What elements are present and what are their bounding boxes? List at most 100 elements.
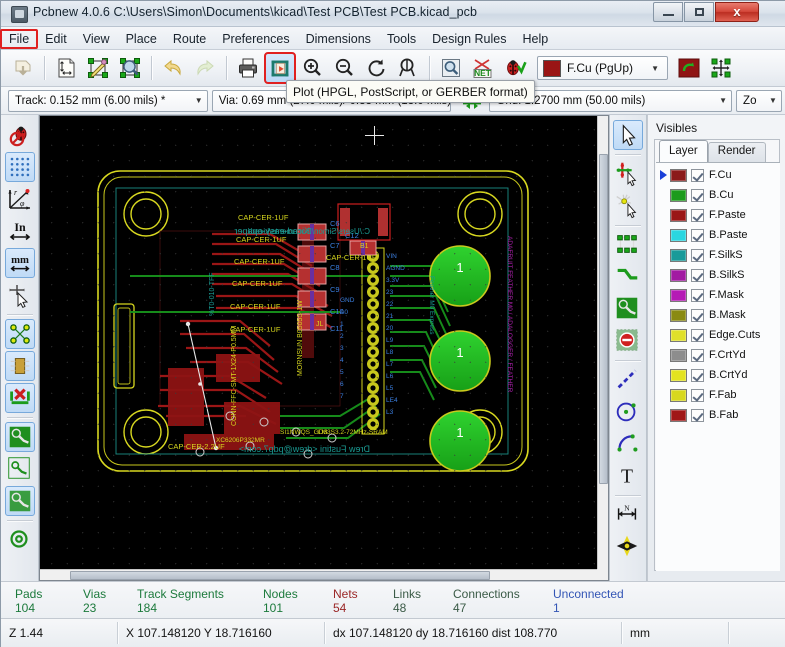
add-dimension-icon[interactable]: N — [613, 500, 643, 530]
layer-row[interactable]: B.Mask — [656, 305, 780, 325]
scrollbar-thumb[interactable] — [599, 154, 608, 484]
grid-display-icon[interactable] — [4, 152, 35, 182]
show-zone-disable-icon[interactable] — [4, 486, 35, 516]
menu-item-tools[interactable]: Tools — [379, 30, 424, 48]
add-zone-icon[interactable] — [613, 294, 643, 324]
menu-item-place[interactable]: Place — [118, 30, 165, 48]
select-cursor-icon[interactable] — [613, 120, 643, 150]
menu-item-edit[interactable]: Edit — [37, 30, 75, 48]
chevron-down-icon[interactable]: ▼ — [191, 96, 207, 105]
layer-row[interactable]: F.Cu — [656, 165, 780, 185]
units-inches-icon[interactable]: In — [5, 216, 35, 246]
layer-color-swatch[interactable] — [670, 228, 687, 242]
maximize-button[interactable] — [684, 2, 714, 22]
chevron-down-icon[interactable]: ▼ — [715, 96, 731, 105]
layer-visibility-checkbox[interactable] — [691, 368, 704, 382]
layer-color-swatch[interactable] — [670, 208, 687, 222]
menu-item-route[interactable]: Route — [165, 30, 214, 48]
hide-pads-icon[interactable] — [5, 525, 35, 555]
drc-off-icon[interactable] — [5, 120, 35, 150]
layer-row[interactable]: B.Cu — [656, 185, 780, 205]
add-track-icon[interactable] — [613, 262, 643, 292]
menu-item-view[interactable]: View — [75, 30, 118, 48]
layer-color-swatch[interactable] — [670, 388, 687, 402]
cursor-shape-icon[interactable] — [5, 280, 35, 310]
chevron-down-icon[interactable]: ▼ — [765, 96, 781, 105]
layer-list[interactable]: F.Cu B.Cu F.Paste B.Paste F.SilkS B.SilkS F.Ma… — [656, 162, 780, 571]
units-mm-icon[interactable]: mm — [4, 248, 35, 278]
layer-color-swatch[interactable] — [670, 188, 687, 202]
layer-visibility-checkbox[interactable] — [691, 288, 704, 302]
canvas-horizontal-scrollbar[interactable] — [40, 569, 598, 580]
layer-row[interactable]: F.SilkS — [656, 245, 780, 265]
show-zone-outline-icon[interactable] — [5, 454, 35, 484]
add-line-icon[interactable] — [613, 365, 643, 395]
layer-visibility-checkbox[interactable] — [691, 348, 704, 362]
tab-render[interactable]: Render — [707, 142, 766, 162]
add-keepout-area-icon[interactable] — [613, 326, 643, 356]
layer-visibility-checkbox[interactable] — [691, 408, 704, 422]
new-board-icon[interactable] — [8, 53, 38, 83]
layer-visibility-checkbox[interactable] — [691, 388, 704, 402]
close-button[interactable]: x — [715, 2, 759, 22]
polar-coords-icon[interactable]: r φ — [5, 184, 35, 214]
add-arc-icon[interactable] — [613, 429, 643, 459]
layer-visibility-checkbox[interactable] — [691, 228, 704, 242]
menu-item-file[interactable]: File — [0, 28, 39, 49]
menu-item-design-rules[interactable]: Design Rules — [424, 30, 514, 48]
undo-icon[interactable] — [158, 53, 188, 83]
track-width-selector[interactable]: Track: 0.152 mm (6.00 mils) * ▼ — [8, 89, 208, 112]
add-circle-icon[interactable] — [613, 397, 643, 427]
mode-module-icon[interactable] — [674, 53, 704, 83]
zoom-in-icon[interactable] — [297, 53, 327, 83]
zoom-fit-icon[interactable] — [393, 53, 423, 83]
layer-visibility-checkbox[interactable] — [691, 308, 704, 322]
layer-row[interactable]: F.Mask — [656, 285, 780, 305]
show-zone-filled-icon[interactable] — [4, 422, 35, 452]
open-module-editor-icon[interactable] — [83, 53, 113, 83]
layer-color-swatch[interactable] — [670, 348, 687, 362]
find-icon[interactable] — [436, 53, 466, 83]
local-ratsnest-icon[interactable] — [613, 191, 643, 221]
layer-color-swatch[interactable] — [670, 308, 687, 322]
open-module-viewer-icon[interactable] — [115, 53, 145, 83]
canvas-vertical-scrollbar[interactable] — [597, 116, 608, 570]
page-settings-icon[interactable] — [51, 53, 81, 83]
show-module-ratsnest-icon[interactable] — [4, 351, 35, 381]
layer-visibility-checkbox[interactable] — [691, 168, 704, 182]
menu-item-help[interactable]: Help — [514, 30, 556, 48]
drc-icon[interactable] — [500, 53, 530, 83]
layer-visibility-checkbox[interactable] — [691, 188, 704, 202]
netlist-icon[interactable]: NET — [468, 53, 498, 83]
layer-row[interactable]: B.SilkS — [656, 265, 780, 285]
layer-visibility-checkbox[interactable] — [691, 208, 704, 222]
layer-color-swatch[interactable] — [670, 248, 687, 262]
layer-color-swatch[interactable] — [670, 328, 687, 342]
layer-color-swatch[interactable] — [670, 268, 687, 282]
highlight-net-icon[interactable] — [613, 159, 643, 189]
pcb-drawing[interactable]: 1 1 1 — [40, 116, 598, 570]
auto-delete-track-icon[interactable] — [4, 383, 35, 413]
autoroute-icon[interactable] — [706, 53, 736, 83]
plot-icon[interactable] — [264, 52, 296, 84]
print-icon[interactable] — [233, 53, 263, 83]
redo-icon[interactable] — [190, 53, 220, 83]
show-ratsnest-icon[interactable] — [4, 319, 35, 349]
layer-color-swatch[interactable] — [670, 288, 687, 302]
layer-color-swatch[interactable] — [670, 368, 687, 382]
active-layer-selector[interactable]: F.Cu (PgUp) ▼ — [537, 56, 668, 80]
pcb-canvas-area[interactable]: 1 1 1 — [39, 115, 609, 581]
scrollbar-thumb[interactable] — [70, 571, 490, 580]
zoom-out-icon[interactable] — [329, 53, 359, 83]
layer-row[interactable]: F.Fab — [656, 385, 780, 405]
minimize-button[interactable] — [653, 2, 683, 22]
layer-color-swatch[interactable] — [670, 408, 687, 422]
add-footprint-icon[interactable] — [613, 230, 643, 260]
menu-item-preferences[interactable]: Preferences — [214, 30, 297, 48]
layer-visibility-checkbox[interactable] — [691, 268, 704, 282]
layer-visibility-checkbox[interactable] — [691, 248, 704, 262]
add-origin-icon[interactable] — [613, 532, 643, 562]
zoom-selector[interactable]: Zo ▼ — [736, 89, 782, 112]
layer-visibility-checkbox[interactable] — [691, 328, 704, 342]
layer-row[interactable]: B.CrtYd — [656, 365, 780, 385]
